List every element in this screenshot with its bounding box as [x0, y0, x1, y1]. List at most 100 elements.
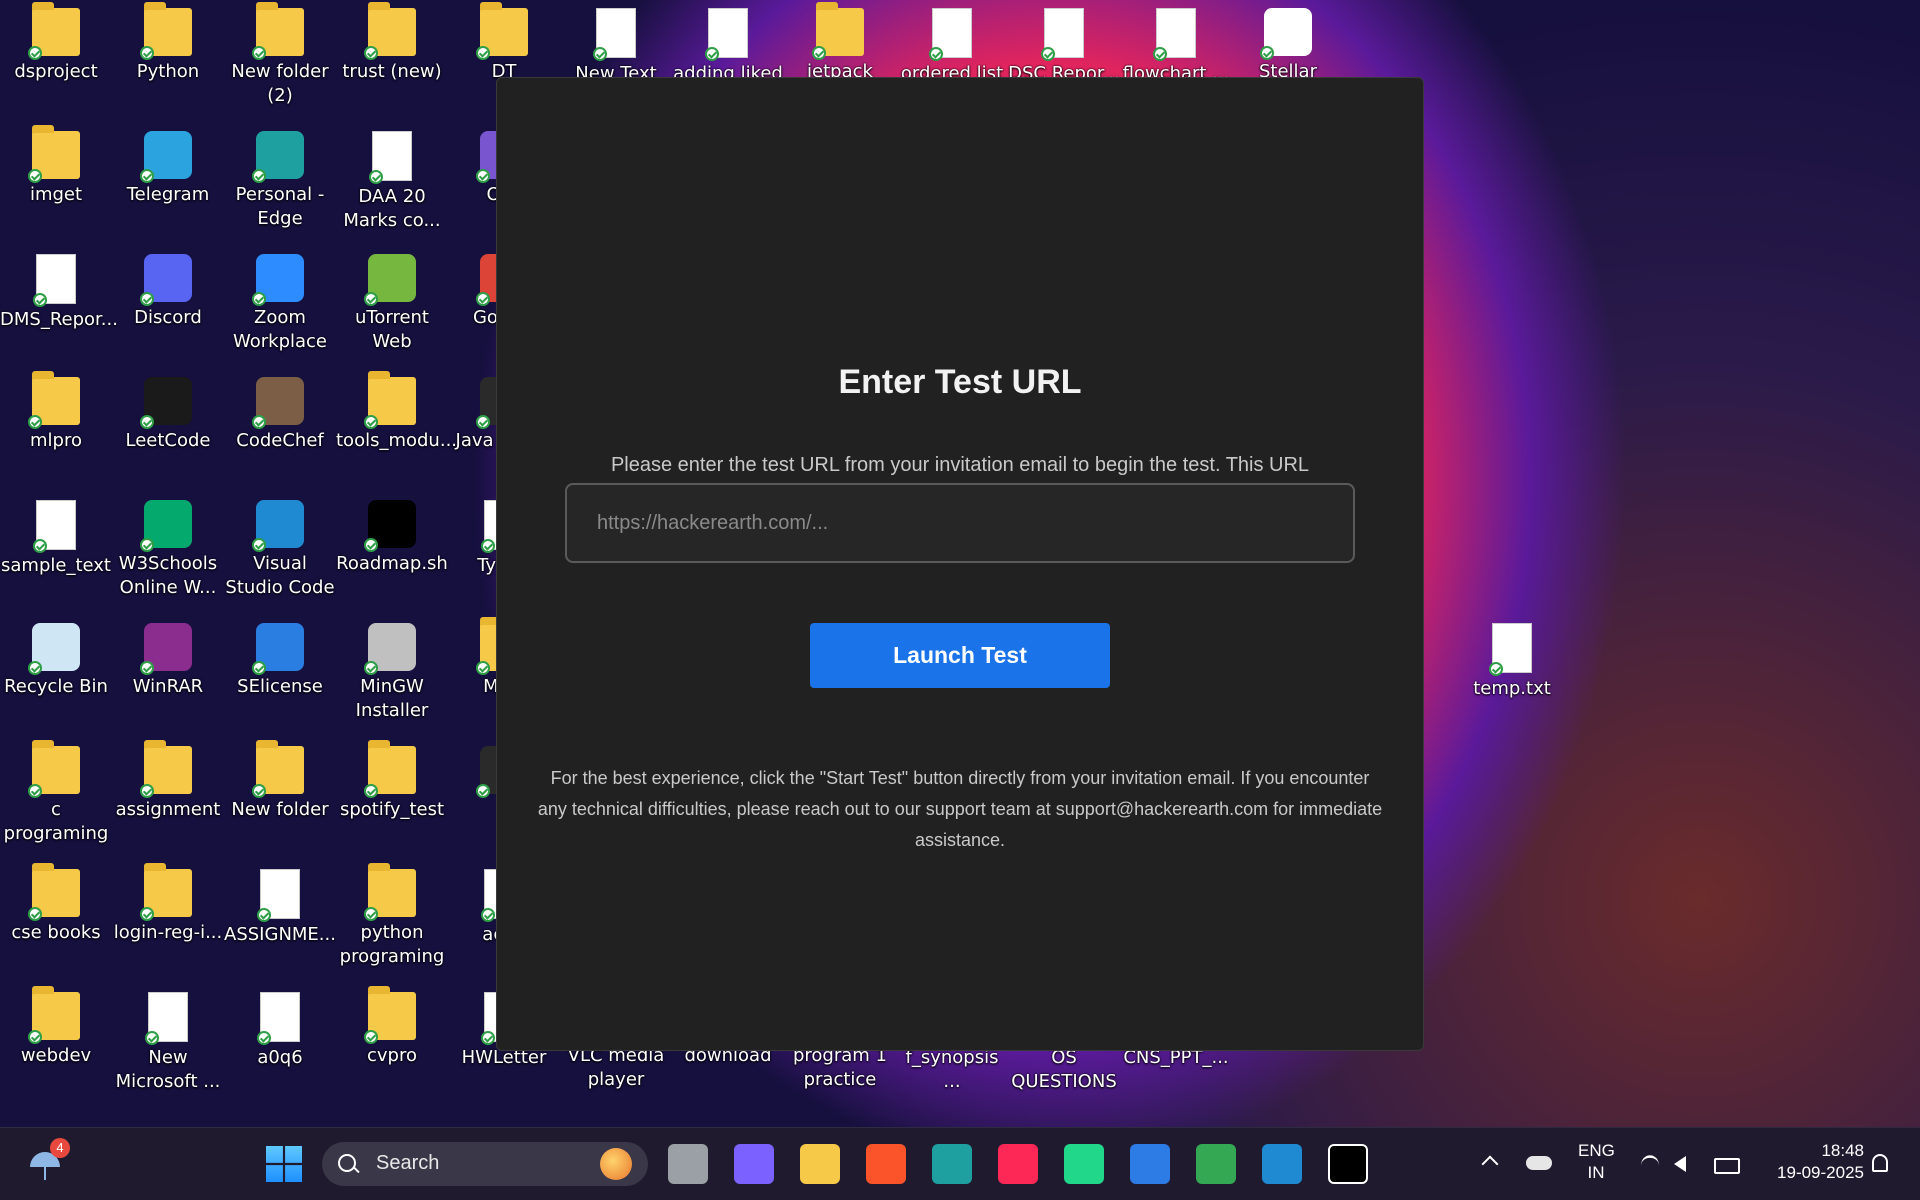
sync-status-icon [481, 1031, 495, 1045]
app-store-icon[interactable] [1130, 1144, 1170, 1184]
desktop-icon[interactable]: imget [0, 125, 112, 207]
desktop-icon[interactable]: Telegram [112, 127, 224, 207]
copilot-icon[interactable] [734, 1144, 774, 1184]
folder-icon [28, 863, 80, 921]
sync-status-icon [145, 1031, 159, 1045]
desktop-icon[interactable]: adding liked [672, 4, 784, 86]
desktop-icon[interactable]: DAA 20 Marks co... [336, 127, 448, 233]
desktop-icon[interactable]: New Microsoft ... [112, 988, 224, 1094]
desktop-icon[interactable]: MinGW Installer [336, 619, 448, 723]
start-button[interactable] [266, 1146, 302, 1182]
hackerearth-icon[interactable] [1328, 1144, 1368, 1184]
desktop-icon[interactable]: jetpack [784, 2, 896, 84]
desktop-icon-label: OS QUESTIONS [1011, 1047, 1117, 1092]
desktop-icon[interactable]: trust (new) [336, 2, 448, 84]
desktop-icon[interactable]: a0q6 [224, 988, 336, 1070]
desktop-icon[interactable]: Recycle Bin [0, 619, 112, 699]
launch-test-button[interactable]: Launch Test [810, 623, 1110, 688]
desktop-icon[interactable]: Visual Studio Code [224, 496, 336, 600]
desktop-icon-label: Python [136, 61, 200, 82]
desktop-icon-label: a0q6 [257, 1047, 303, 1068]
desktop-icon-label: Personal - Edge [235, 184, 325, 229]
desktop-icon[interactable]: Python [112, 2, 224, 84]
desktop-icon[interactable]: Zoom Workplace [224, 250, 336, 354]
app-icon [140, 377, 192, 429]
sync-status-icon [252, 661, 266, 675]
file-explorer-icon[interactable] [800, 1144, 840, 1184]
desktop-icon[interactable]: spotify_test [336, 740, 448, 822]
taskbar-search[interactable]: Search [322, 1142, 648, 1186]
weather-widget[interactable]: 4 [28, 1138, 70, 1184]
desktop-icon[interactable]: SElicense [224, 619, 336, 699]
sync-status-icon [369, 170, 383, 184]
desktop-icon[interactable]: assignment [112, 740, 224, 822]
desktop-icon[interactable]: cvpro [336, 986, 448, 1068]
desktop-icon[interactable]: LeetCode [112, 373, 224, 453]
language-indicator[interactable]: ENG IN [1578, 1140, 1615, 1184]
desktop-icon[interactable]: c programing [0, 740, 112, 846]
desktop-icon-label: Roadmap.sh [336, 553, 448, 574]
brave-icon[interactable] [866, 1144, 906, 1184]
desktop-icon-label: LeetCode [125, 430, 211, 451]
chrome-icon[interactable] [1196, 1144, 1236, 1184]
desktop-icon[interactable]: mlpro [0, 371, 112, 453]
desktop-icon[interactable]: New Text [560, 4, 672, 86]
desktop-icon[interactable]: python programing [336, 863, 448, 969]
desktop-icon[interactable]: sample_text [0, 496, 112, 578]
desktop-icon[interactable]: ordered list [896, 4, 1008, 86]
desktop-icon[interactable]: DMS_Repor... [0, 250, 118, 332]
desktop-icon[interactable]: Discord [112, 250, 224, 330]
task-view-icon[interactable] [668, 1144, 708, 1184]
desktop-icon[interactable]: New folder (2) [224, 2, 336, 108]
desktop-icon[interactable]: CodeChef [224, 373, 336, 453]
edge-icon[interactable] [932, 1144, 972, 1184]
app-icon [1260, 8, 1312, 60]
test-url-input[interactable] [565, 483, 1355, 563]
weather-badge: 4 [50, 1138, 70, 1158]
wifi-icon[interactable] [1641, 1155, 1659, 1176]
desktop-icon[interactable]: webdev [0, 986, 112, 1068]
sync-status-icon [252, 538, 266, 552]
clock[interactable]: 18:48 19-09-2025 [1754, 1140, 1864, 1184]
desktop-icon[interactable]: tools_modu... [336, 371, 457, 453]
desktop-icon-label: mlpro [30, 430, 82, 451]
onedrive-icon[interactable] [1526, 1156, 1552, 1170]
desktop-icon[interactable]: ASSIGNME... [224, 865, 336, 947]
sync-status-icon [28, 907, 42, 921]
desktop-icon[interactable]: New folder [224, 740, 336, 822]
desktop-icon-label: cvpro [367, 1045, 417, 1066]
desktop-icon-label: temp.txt [1473, 678, 1551, 699]
folder-icon [140, 863, 192, 921]
desktop-icon-label: W3Schools Online W... [118, 553, 218, 598]
desktop-icon[interactable]: uTorrent Web [336, 250, 448, 354]
desktop-icon[interactable]: DT [448, 2, 560, 84]
desktop-icon[interactable]: Roadmap.sh [336, 496, 448, 576]
volume-icon[interactable] [1674, 1156, 1686, 1172]
desktop-icon[interactable]: dsproject [0, 2, 112, 84]
desktop-icon[interactable]: cse books [0, 863, 112, 945]
sync-status-icon [252, 415, 266, 429]
sync-status-icon [593, 47, 607, 61]
desktop-icon[interactable]: WinRAR [112, 619, 224, 699]
chevron-up-icon[interactable] [1481, 1155, 1499, 1173]
desktop-icon[interactable]: temp.txt [1456, 619, 1568, 701]
pycharm-icon[interactable] [1064, 1144, 1104, 1184]
document-icon [1041, 8, 1084, 61]
sync-status-icon [476, 784, 490, 798]
notification-bell-icon[interactable] [1872, 1154, 1888, 1172]
sync-status-icon [140, 292, 154, 306]
desktop-icon[interactable]: W3Schools Online W... [112, 496, 224, 600]
desktop-icon[interactable]: login-reg-i... [112, 863, 224, 945]
desktop-icon-label: WinRAR [132, 676, 204, 697]
vscode-icon[interactable] [1262, 1144, 1302, 1184]
desktop-icon-label: webdev [20, 1045, 92, 1066]
desktop-icon[interactable]: flowchart ... [1120, 4, 1232, 86]
app-icon [252, 623, 304, 675]
battery-icon[interactable] [1714, 1158, 1740, 1174]
intellij-icon[interactable] [998, 1144, 1038, 1184]
folder-icon [476, 2, 528, 60]
sync-status-icon [140, 538, 154, 552]
desktop-icon[interactable]: Personal - Edge [224, 127, 336, 231]
desktop-icon[interactable]: DSC Repor... [1008, 4, 1120, 86]
document-icon [1153, 8, 1196, 61]
